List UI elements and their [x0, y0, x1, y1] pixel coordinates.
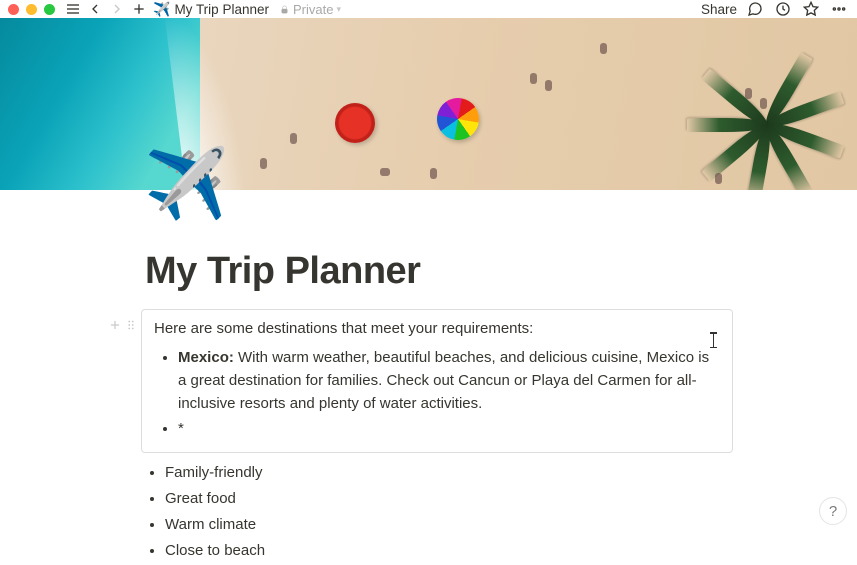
ai-response-block[interactable]: Here are some destinations that meet you…	[141, 309, 733, 453]
close-window-button[interactable]	[8, 4, 19, 15]
text-cursor-icon	[713, 332, 714, 348]
list-item[interactable]: Close to beach	[165, 538, 760, 564]
cover-decoration	[727, 58, 857, 190]
sidebar-toggle-icon[interactable]	[63, 0, 83, 19]
list-item[interactable]: Mexico: With warm weather, beautiful bea…	[178, 345, 718, 417]
ai-intro-text: Here are some destinations that meet you…	[154, 318, 718, 341]
breadcrumb-emoji-icon: ✈️	[153, 1, 170, 18]
topbar: ✈️ My Trip Planner Private ▾ Share	[0, 0, 857, 18]
breadcrumb-title: My Trip Planner	[174, 2, 269, 17]
updates-icon[interactable]	[773, 0, 793, 19]
more-icon[interactable]	[829, 0, 849, 19]
comments-icon[interactable]	[745, 0, 765, 19]
ai-suggestion-list: Mexico: With warm weather, beautiful bea…	[154, 345, 718, 442]
share-button[interactable]: Share	[701, 2, 737, 17]
favorite-icon[interactable]	[801, 0, 821, 19]
list-item[interactable]: Warm climate	[165, 512, 760, 538]
minimize-window-button[interactable]	[26, 4, 37, 15]
plus-icon	[108, 318, 122, 332]
page-content: My Trip Planner Here are some destinatio…	[0, 190, 760, 565]
visibility-label: Private	[293, 2, 333, 17]
breadcrumb[interactable]: ✈️ My Trip Planner	[153, 1, 269, 18]
lock-icon	[279, 4, 290, 15]
chevron-down-icon: ▾	[336, 4, 341, 15]
new-page-button[interactable]	[129, 0, 149, 19]
list-item[interactable]: Family-friendly	[165, 460, 760, 486]
page-emoji-icon[interactable]: ✈️	[144, 150, 229, 218]
window-controls	[8, 4, 55, 15]
cover-decoration	[335, 103, 375, 143]
maximize-window-button[interactable]	[44, 4, 55, 15]
back-button[interactable]	[85, 0, 105, 19]
requirements-list: Family-friendly Great food Warm climate …	[141, 460, 760, 565]
list-item[interactable]: Great food	[165, 486, 760, 512]
forward-button[interactable]	[107, 0, 127, 19]
block-handle[interactable]	[108, 318, 138, 332]
page-title[interactable]: My Trip Planner	[145, 250, 760, 293]
visibility-indicator[interactable]: Private ▾	[279, 2, 341, 17]
cover-image[interactable]	[0, 18, 857, 190]
list-item[interactable]: *	[178, 416, 718, 441]
help-button[interactable]: ?	[819, 497, 847, 525]
drag-handle-icon	[124, 318, 138, 332]
